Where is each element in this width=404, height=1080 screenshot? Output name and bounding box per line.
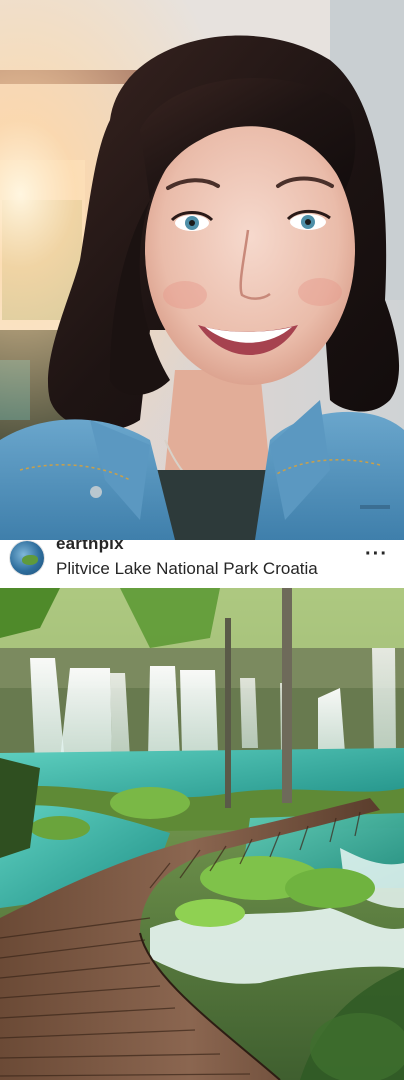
globe-avatar-icon[interactable] xyxy=(10,541,44,575)
post-photo xyxy=(0,588,404,1080)
account-name[interactable]: earthpix xyxy=(56,540,124,554)
selfie-photo xyxy=(0,0,404,540)
more-options-icon[interactable]: ··· xyxy=(365,544,388,564)
post-header: earthpix Plitvice Lake National Park Cro… xyxy=(0,540,404,588)
screenshot-frame: earthpix Plitvice Lake National Park Cro… xyxy=(0,0,404,1080)
location-label[interactable]: Plitvice Lake National Park Croatia xyxy=(56,558,318,580)
